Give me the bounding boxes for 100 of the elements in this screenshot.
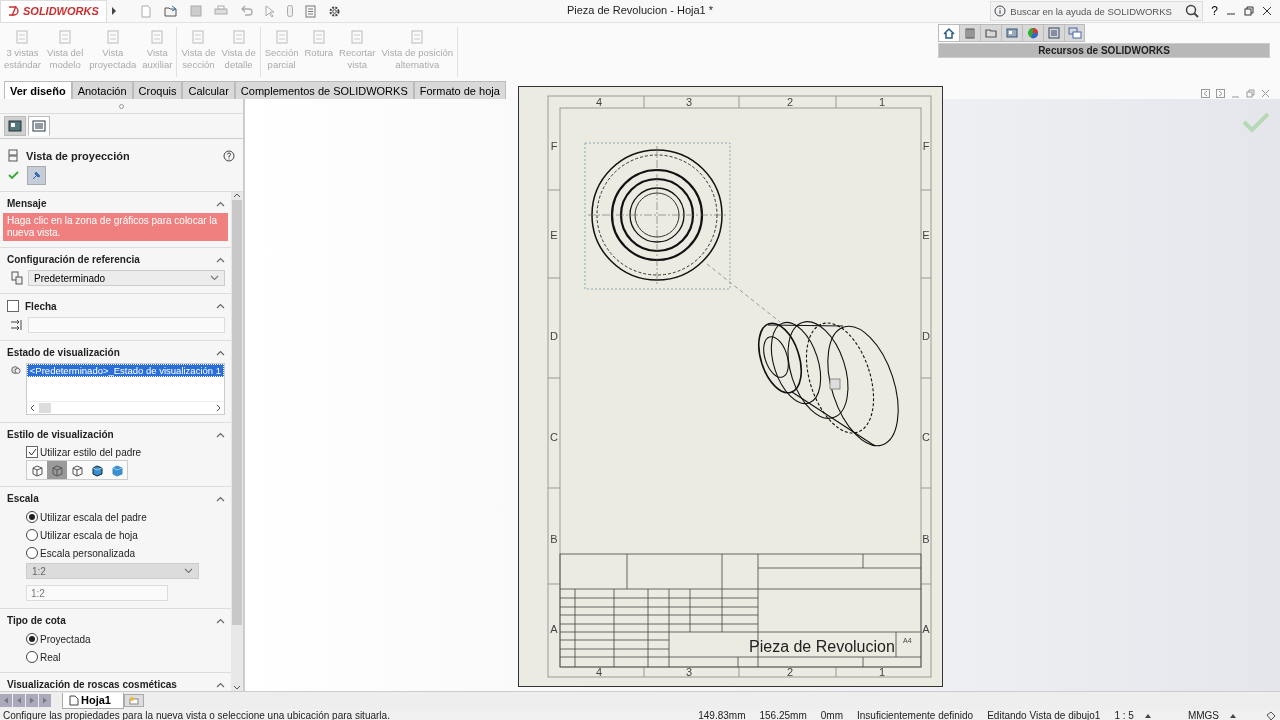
section-title: Visualización de roscas cosméticas — [7, 679, 178, 690]
folder-icon — [984, 26, 998, 40]
caret-icon[interactable] — [1144, 713, 1151, 718]
zone-label: 2 — [786, 666, 794, 678]
confirm-check-icon[interactable] — [1242, 111, 1270, 133]
resource-tab[interactable] — [1022, 24, 1043, 42]
section-title: Flecha — [25, 300, 58, 312]
tab[interactable]: Anotación — [71, 81, 133, 99]
palette-icon — [1005, 26, 1019, 40]
tab[interactable]: Croquis — [132, 81, 183, 99]
collapse-icon[interactable] — [216, 495, 225, 502]
scroll-right-icon[interactable] — [216, 404, 221, 412]
search-icon[interactable] — [1185, 4, 1200, 18]
radio-button[interactable] — [26, 651, 38, 663]
panel-title: Vista de proyección — [26, 149, 131, 162]
undo-icon[interactable] — [240, 5, 253, 17]
zone-label: 4 — [595, 96, 603, 108]
radio-label: Utilizar escala de hoja — [40, 529, 138, 541]
ok-check-icon[interactable] — [8, 171, 19, 180]
open-folder-icon[interactable] — [164, 4, 178, 18]
grip-icon[interactable] — [119, 103, 124, 109]
radio-button[interactable] — [26, 633, 38, 645]
view-icon — [14, 29, 31, 45]
section-title: Estilo de visualización — [7, 429, 115, 440]
panel-tab[interactable] — [4, 116, 26, 136]
logo-icon — [7, 4, 21, 18]
tab[interactable]: Formato de hoja — [413, 81, 506, 99]
tab[interactable]: Calcular — [182, 81, 235, 99]
settings-icon[interactable] — [328, 4, 341, 18]
status-field: 149.83mm — [691, 710, 753, 720]
radio-button[interactable] — [26, 529, 38, 541]
previous-icon[interactable] — [1201, 89, 1210, 98]
zone-label: B — [922, 533, 930, 545]
library-icon — [963, 26, 977, 40]
arrow-checkbox[interactable] — [7, 300, 19, 312]
property-list-icon — [32, 120, 46, 132]
sheet-tab[interactable]: Hoja1 — [62, 692, 124, 709]
vertical-scrollbar[interactable] — [231, 192, 243, 691]
status-field[interactable]: 1 : 5 — [1107, 710, 1141, 720]
close-icon[interactable] — [1262, 6, 1272, 16]
collapse-icon[interactable] — [216, 681, 225, 688]
resource-tab[interactable] — [1064, 24, 1085, 42]
cube-icon — [110, 463, 124, 477]
pin-button[interactable] — [27, 166, 46, 185]
zone-label: 3 — [685, 96, 693, 108]
collapse-icon[interactable] — [216, 431, 225, 438]
collapse-icon[interactable] — [216, 303, 225, 309]
scroll-up-icon[interactable] — [233, 192, 241, 198]
front-view-drawing[interactable] — [584, 142, 731, 290]
radio-button[interactable] — [26, 511, 38, 523]
scroll-thumb[interactable] — [38, 403, 51, 413]
zone-label: A — [550, 623, 558, 635]
collapse-icon[interactable] — [216, 349, 225, 356]
zone-label: 3 — [685, 666, 693, 678]
restore-icon[interactable] — [1244, 6, 1254, 16]
next-icon[interactable] — [1216, 89, 1225, 98]
search-field[interactable]: Buscar en la ayuda de SOLIDWORKS — [990, 1, 1204, 21]
view-icon — [149, 29, 166, 45]
collapse-icon[interactable] — [216, 256, 225, 263]
display-state-icon — [10, 363, 22, 377]
sheet-icon — [69, 694, 79, 706]
drawing-title: Pieza de Revolucion — [749, 638, 895, 655]
radio-label: Real — [40, 651, 61, 663]
collapse-icon[interactable] — [216, 200, 225, 207]
help-icon[interactable] — [223, 149, 235, 162]
caret-icon[interactable] — [1230, 713, 1236, 718]
status-field[interactable]: MMGS — [1180, 710, 1226, 720]
tab[interactable]: Complementos de SOLIDWORKS — [234, 81, 414, 99]
list-item[interactable]: <Predeterminado>_Estado de visualización 1 — [26, 364, 224, 377]
tab[interactable]: Ver diseño — [4, 81, 72, 99]
checkbox[interactable] — [26, 446, 38, 458]
cube-icon — [70, 463, 84, 477]
cursor-icon[interactable] — [265, 4, 275, 18]
resource-tab[interactable] — [959, 24, 980, 42]
section-title: Configuración de referencia — [7, 254, 141, 265]
radio-label: Utilizar escala del padre — [40, 511, 147, 523]
horizontal-scrollbar[interactable] — [26, 401, 224, 414]
configuration-icon — [10, 271, 24, 285]
view-icon — [57, 29, 74, 45]
isometric-view-drawing[interactable] — [758, 321, 899, 447]
radio-button[interactable] — [26, 547, 38, 559]
options-list-icon[interactable] — [305, 4, 316, 18]
configuration-dropdown[interactable]: Predeterminado — [28, 270, 225, 286]
display-style-button[interactable] — [27, 461, 47, 479]
scroll-down-icon[interactable] — [233, 685, 241, 691]
properties-icon — [1047, 26, 1061, 40]
resource-tab[interactable] — [938, 24, 959, 42]
display-style-button[interactable] — [67, 461, 87, 479]
zone-label: C — [550, 431, 558, 443]
collapse-icon[interactable] — [216, 617, 225, 624]
label-field[interactable] — [28, 317, 225, 333]
help-button[interactable]: ? — [1211, 4, 1218, 18]
status-field: Insuficientemente definido — [850, 710, 981, 720]
zone-label: A — [922, 623, 930, 635]
zone-label: E — [550, 229, 558, 241]
view-icon — [349, 29, 366, 45]
zone-label: F — [550, 140, 558, 152]
expand-menu-icon[interactable] — [110, 6, 118, 16]
resource-tab[interactable] — [1001, 24, 1022, 42]
scroll-left-icon[interactable] — [29, 404, 35, 412]
